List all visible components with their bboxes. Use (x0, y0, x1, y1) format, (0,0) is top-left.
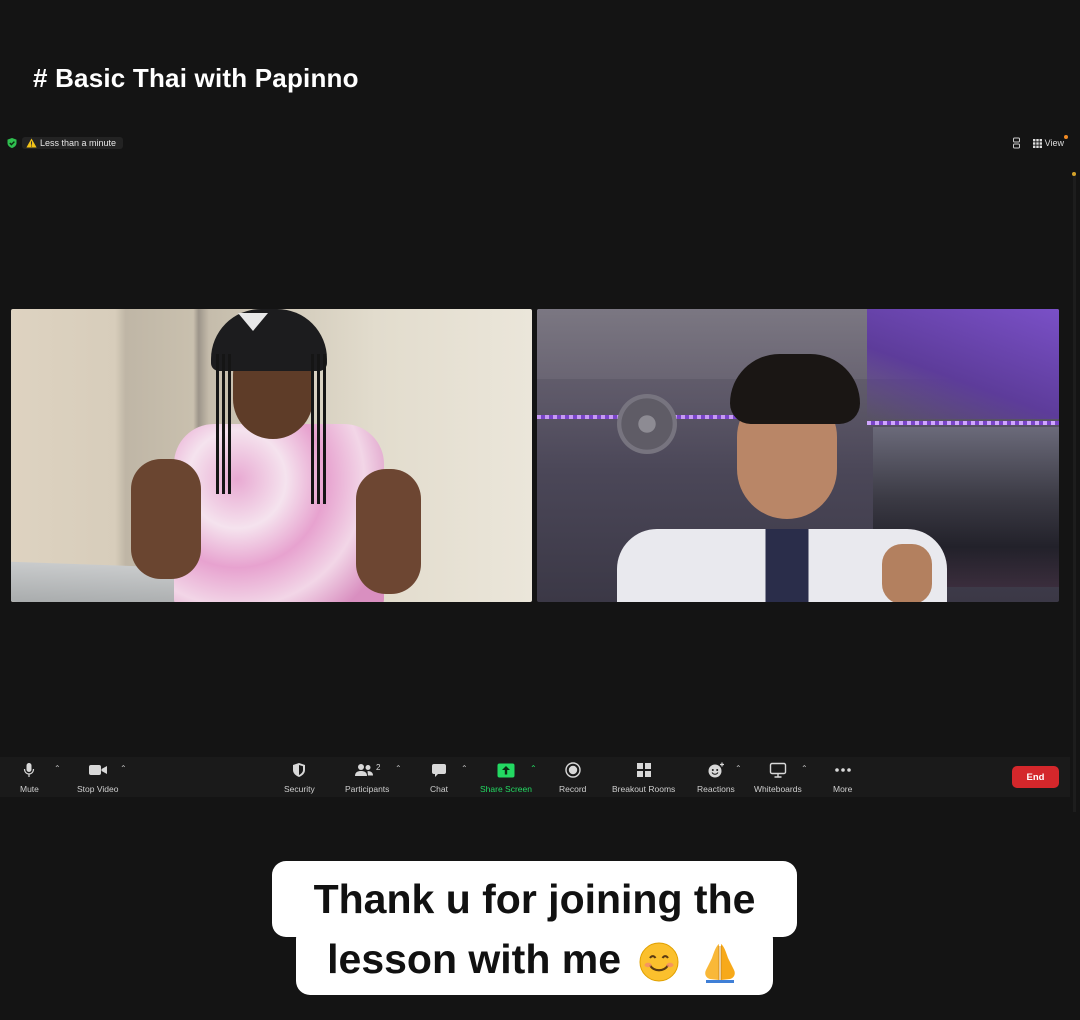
meeting-toolbar: Mute ⌃ Stop Video ⌃ Security 2 Participa… (0, 757, 1070, 797)
share-options-caret[interactable]: ⌃ (530, 764, 537, 773)
caption-text-2: lesson with me (327, 936, 622, 982)
folded-hands-icon (705, 944, 735, 984)
hair-left (216, 354, 234, 494)
more-button[interactable]: More (833, 761, 852, 795)
microphone-icon (24, 763, 35, 777)
shield-icon (293, 763, 306, 777)
end-meeting-button[interactable]: End (1012, 766, 1059, 788)
chat-icon (431, 763, 446, 777)
left-arm (131, 459, 201, 579)
stop-video-button[interactable]: Stop Video (77, 761, 118, 795)
scroll-indicator-dot (1072, 172, 1076, 176)
reactions-options-caret[interactable]: ⌃ (735, 764, 742, 773)
view-label: View (1044, 138, 1064, 148)
encryption-shield-icon[interactable] (6, 137, 18, 149)
participants-icon (354, 764, 373, 776)
top-right-controls: View (1012, 134, 1068, 152)
record-icon (565, 762, 581, 778)
mute-options-caret[interactable]: ⌃ (54, 764, 61, 773)
whiteboard-icon (769, 762, 787, 778)
hair-right (311, 354, 329, 504)
participant-video-tile-2[interactable] (537, 309, 1059, 602)
video-options-caret[interactable]: ⌃ (120, 764, 127, 773)
meeting-title: # Basic Thai with Papinno (33, 63, 359, 93)
participant-video-tile-1[interactable] (11, 309, 532, 602)
meeting-info-bar: Less than a minute (6, 135, 124, 151)
hair (730, 354, 860, 424)
timer-text: Less than a minute (40, 138, 117, 148)
scrollbar-track[interactable] (1073, 172, 1076, 812)
breakout-rooms-icon (636, 763, 651, 777)
reactions-button[interactable]: Reactions (697, 761, 735, 795)
right-arm (356, 469, 421, 594)
security-button[interactable]: Security (284, 761, 315, 795)
reactions-icon (708, 762, 724, 778)
caption-line-2: lesson with me (296, 925, 773, 995)
mute-button[interactable]: Mute (20, 761, 39, 795)
whiteboards-options-caret[interactable]: ⌃ (801, 764, 808, 773)
smiling-face-icon (639, 942, 679, 982)
view-button[interactable]: View (1032, 135, 1068, 148)
purple-light-corner (867, 309, 1059, 419)
meeting-timer: Less than a minute (22, 137, 124, 149)
immersive-view-icon[interactable] (1012, 137, 1021, 149)
share-screen-button[interactable]: Share Screen (480, 761, 532, 795)
chat-options-caret[interactable]: ⌃ (461, 764, 468, 773)
participant-count: 2 (375, 762, 381, 772)
video-camera-icon (88, 765, 107, 775)
record-button[interactable]: Record (559, 761, 586, 795)
warning-icon (26, 138, 37, 148)
share-screen-icon (497, 763, 515, 777)
led-strip-right (867, 421, 1059, 425)
chat-button[interactable]: Chat (430, 761, 448, 795)
whiteboards-button[interactable]: Whiteboards (754, 761, 802, 795)
thumb-hand (882, 544, 932, 602)
participants-options-caret[interactable]: ⌃ (395, 764, 402, 773)
grid-icon (1032, 138, 1042, 148)
more-icon (834, 768, 851, 772)
notification-dot (1064, 135, 1068, 139)
wall-fan (617, 394, 677, 454)
caption-text-1: Thank u for joining the (313, 876, 756, 922)
breakout-rooms-button[interactable]: Breakout Rooms (612, 761, 675, 795)
shirt (174, 424, 384, 602)
participants-button[interactable]: 2 Participants (345, 761, 389, 795)
